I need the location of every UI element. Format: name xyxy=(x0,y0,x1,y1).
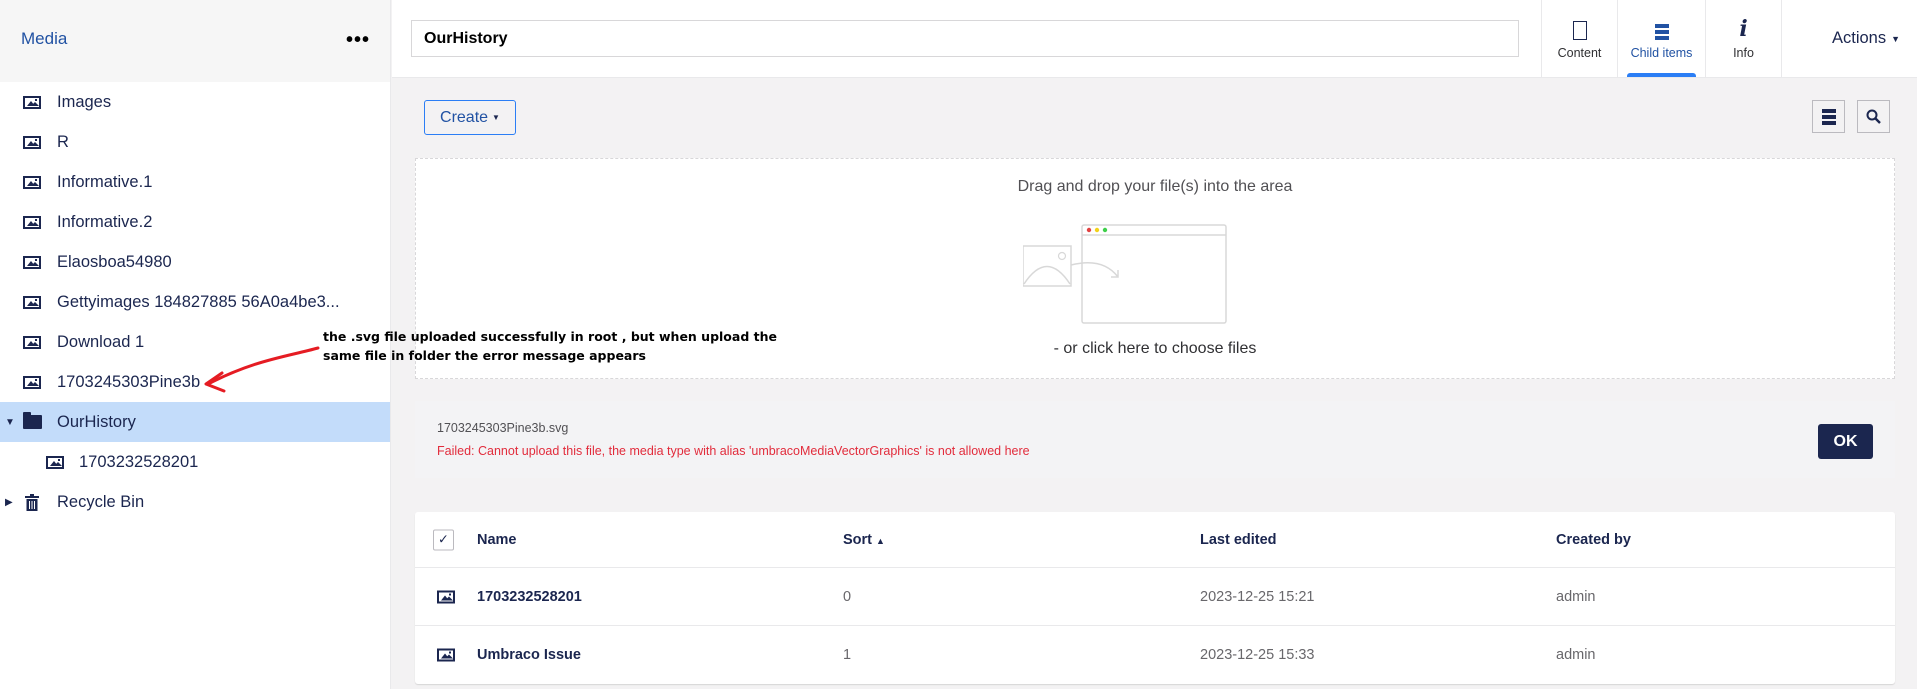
tree-item-label: Download 1 xyxy=(57,332,145,351)
tree-item-label: 1703245303Pine3b xyxy=(57,372,201,391)
image-icon xyxy=(22,134,42,150)
caret-down-icon: ▼ xyxy=(492,113,500,122)
sort-ascending-icon: ▲ xyxy=(876,535,885,546)
image-icon xyxy=(22,94,42,110)
actions-dropdown[interactable]: Actions ▼ xyxy=(1815,0,1917,77)
drag-drop-illustration xyxy=(1023,224,1227,324)
tree-item-pine3b[interactable]: 1703245303Pine3b xyxy=(0,362,390,402)
column-header-sort[interactable]: Sort ▲ xyxy=(843,532,885,548)
annotation-text: the .svg file uploaded successfully in r… xyxy=(323,327,783,365)
sidebar-title[interactable]: Media xyxy=(21,29,67,49)
column-header-created-by[interactable]: Created by xyxy=(1556,532,1631,548)
image-icon xyxy=(22,254,42,270)
tree-item-label: Informative.1 xyxy=(57,172,153,191)
tree-item-elaosboa54980[interactable]: Elaosboa54980 xyxy=(0,242,390,282)
row-sort: 0 xyxy=(843,588,852,605)
row-name[interactable]: Umbraco Issue xyxy=(477,647,581,663)
tree-item-recycle-bin[interactable]: ▶ Recycle Bin xyxy=(0,482,390,522)
image-icon xyxy=(22,214,42,230)
annotation-line-1: the .svg file uploaded successfully in r… xyxy=(323,329,777,344)
search-icon xyxy=(1866,109,1881,124)
editor-tabs: Content Child items i Info xyxy=(1541,0,1782,77)
column-header-name[interactable]: Name xyxy=(477,532,517,548)
tab-child-items[interactable]: Child items xyxy=(1617,0,1705,77)
image-icon xyxy=(22,374,42,390)
failed-filename: 1703245303Pine3b.svg xyxy=(437,421,569,435)
tab-content[interactable]: Content xyxy=(1541,0,1617,77)
tree-item-ourhistory[interactable]: ▼ OurHistory xyxy=(0,402,390,442)
image-icon xyxy=(437,590,455,603)
ellipsis-icon[interactable]: ••• xyxy=(346,30,370,50)
row-last-edited: 2023-12-25 15:21 xyxy=(1200,588,1315,605)
row-sort: 1 xyxy=(843,647,852,663)
child-items-table: ✓ Name Sort ▲ Last edited Created by 1703… xyxy=(415,512,1895,684)
dropzone-title: Drag and drop your file(s) into the area xyxy=(1017,178,1293,195)
row-created-by: admin xyxy=(1556,588,1596,605)
tree-item-r[interactable]: R xyxy=(0,122,390,162)
search-button[interactable] xyxy=(1857,100,1890,133)
tree-item-images[interactable]: Images xyxy=(0,82,390,122)
row-name[interactable]: 1703232528201 xyxy=(477,589,582,605)
tree-item-label: Elaosboa54980 xyxy=(57,252,172,271)
sidebar-header: Media ••• xyxy=(0,0,390,82)
tree-item-label: Informative.2 xyxy=(57,212,153,231)
table-row[interactable]: Umbraco Issue 1 2023-12-25 15:33 admin xyxy=(415,626,1895,684)
trash-icon xyxy=(22,493,42,511)
list-icon xyxy=(1654,18,1669,40)
image-icon xyxy=(45,454,65,470)
annotation-line-2: same file in folder the error message ap… xyxy=(323,348,646,363)
list-view-button[interactable] xyxy=(1812,100,1845,133)
active-tab-indicator xyxy=(1627,73,1696,77)
create-button[interactable]: Create ▼ xyxy=(424,100,516,135)
image-icon xyxy=(22,334,42,350)
tree-item-label: OurHistory xyxy=(57,412,136,431)
row-last-edited: 2023-12-25 15:33 xyxy=(1200,647,1315,663)
folder-icon xyxy=(22,412,42,430)
actions-label: Actions xyxy=(1831,29,1887,47)
tree-item-label: 1703232528201 xyxy=(79,452,199,471)
row-created-by: admin xyxy=(1556,647,1596,663)
tree-item-label: Gettyimages 184827885 56A0a4be3... xyxy=(57,292,340,311)
tree-item-1703232528201[interactable]: 1703232528201 xyxy=(0,442,390,482)
tree-item-informative-1[interactable]: Informative.1 xyxy=(0,162,390,202)
image-icon xyxy=(437,648,455,662)
create-label: Create xyxy=(440,108,489,126)
tree-item-gettyimages[interactable]: Gettyimages 184827885 56A0a4be3... xyxy=(0,282,390,322)
media-name-input[interactable] xyxy=(411,20,1519,57)
select-all-checkbox[interactable]: ✓ xyxy=(433,529,454,550)
upload-error-panel: 1703245303Pine3b.svg Failed: Cannot uplo… xyxy=(415,401,1895,478)
tree-item-label: R xyxy=(57,132,69,151)
caret-down-icon: ▼ xyxy=(1891,33,1901,44)
tab-label: Info xyxy=(1733,45,1754,60)
tab-info[interactable]: i Info xyxy=(1705,0,1782,77)
document-icon xyxy=(1572,18,1587,40)
caret-down-icon[interactable]: ▼ xyxy=(5,417,15,428)
table-header-row: ✓ Name Sort ▲ Last edited Created by xyxy=(415,512,1895,568)
tree-item-label: Images xyxy=(57,92,112,111)
column-header-last-edited[interactable]: Last edited xyxy=(1200,532,1277,548)
tree-item-label: Recycle Bin xyxy=(57,492,145,511)
image-icon xyxy=(22,174,42,190)
column-header-label: Sort xyxy=(843,531,872,548)
info-icon: i xyxy=(1739,15,1748,42)
tree-item-informative-2[interactable]: Informative.2 xyxy=(0,202,390,242)
image-icon xyxy=(22,294,42,310)
editor-header: Content Child items i Info Actions ▼ xyxy=(392,0,1917,78)
list-view-icon xyxy=(1821,108,1836,125)
error-message: Failed: Cannot upload this file, the med… xyxy=(437,444,1030,458)
ok-button[interactable]: OK xyxy=(1818,424,1873,459)
media-tree: Images R Informative.1 Informative.2 Ela… xyxy=(0,82,390,522)
tab-label: Content xyxy=(1557,45,1602,60)
table-row[interactable]: 1703232528201 0 2023-12-25 15:21 admin xyxy=(415,568,1895,626)
caret-right-icon[interactable]: ▶ xyxy=(5,497,13,508)
check-icon: ✓ xyxy=(433,529,454,550)
tab-label: Child items xyxy=(1630,45,1693,60)
